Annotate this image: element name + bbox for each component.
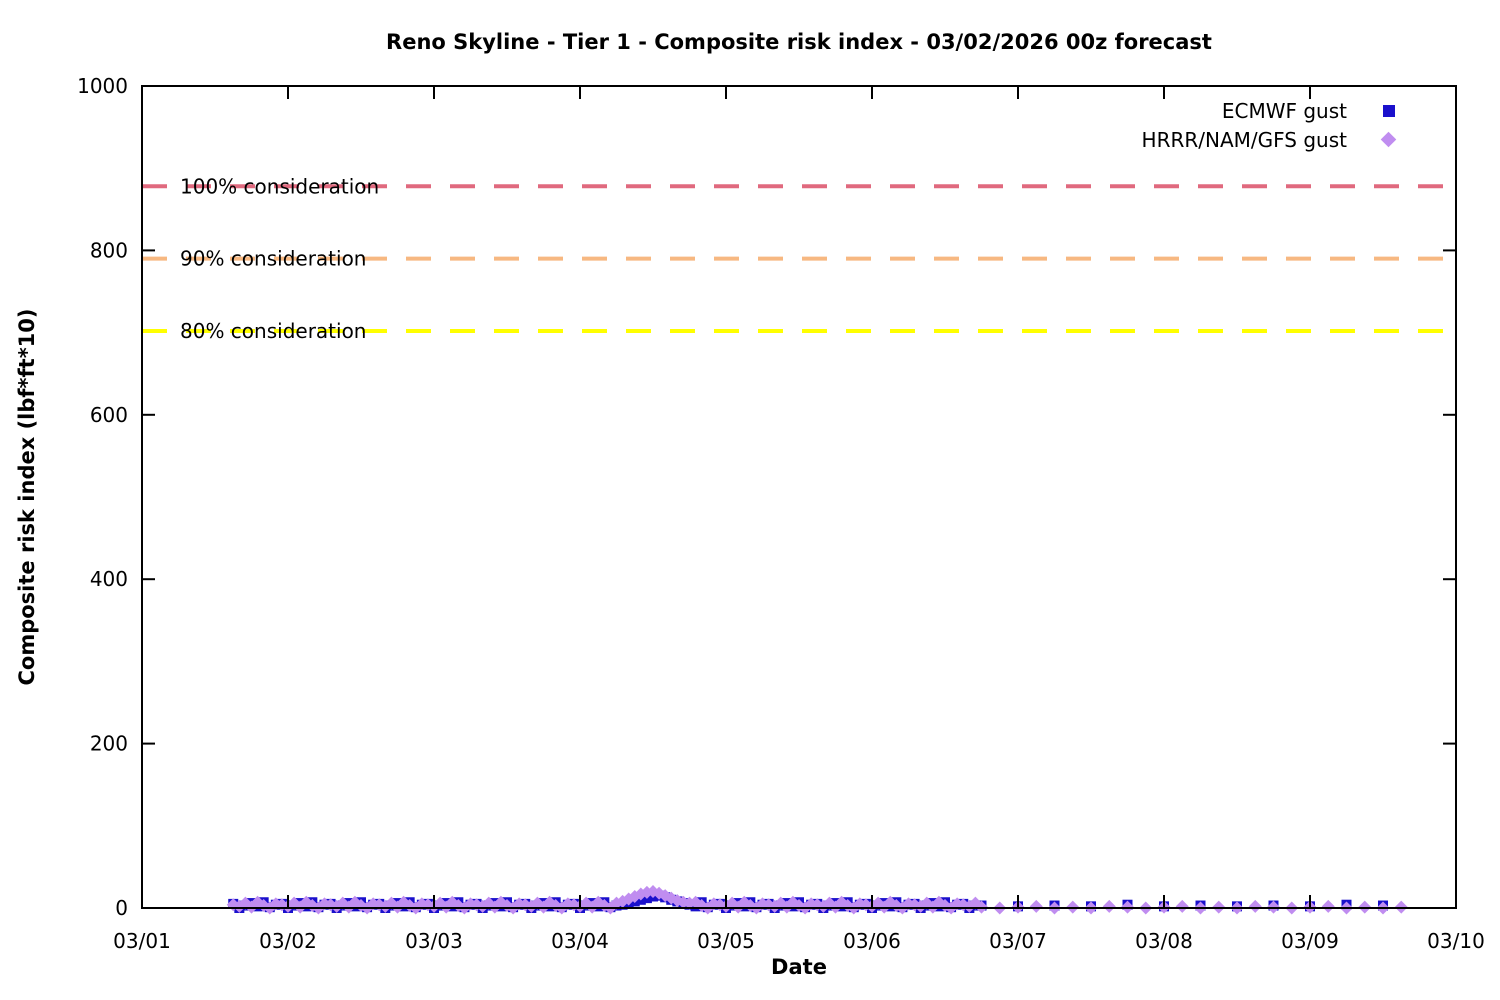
hrrr-nam-gfs-data-point: [1030, 900, 1043, 913]
x-axis-tick-label: 03/04: [551, 929, 609, 953]
legend-label-hrrr-nam-gfs: HRRR/NAM/GFS gust: [1142, 128, 1347, 152]
hrrr-nam-gfs-data-point: [1249, 900, 1262, 913]
legend-entry-hrrr-nam-gfs: HRRR/NAM/GFS gust: [1142, 125, 1396, 154]
y-axis-tick-label: 800: [90, 238, 128, 262]
x-axis-tick-label: 03/06: [843, 929, 901, 953]
hrrr-nam-gfs-data-point: [1176, 900, 1189, 913]
chart-page: Reno Skyline - Tier 1 - Composite risk i…: [0, 0, 1500, 1000]
diamond-marker-icon: [1381, 132, 1396, 147]
x-axis-tick-label: 03/07: [989, 929, 1047, 953]
chart-legend: ECMWF gust HRRR/NAM/GFS gust: [1142, 96, 1396, 154]
threshold-label: 90% consideration: [180, 247, 366, 271]
plot-border: [142, 86, 1456, 908]
y-axis-tick-label: 0: [115, 896, 128, 920]
y-axis-tick-label: 600: [90, 403, 128, 427]
x-axis-tick-label: 03/08: [1135, 929, 1193, 953]
y-axis-tick-label: 1000: [77, 74, 128, 98]
legend-entry-ecmwf: ECMWF gust: [1222, 96, 1396, 125]
y-axis-tick-label: 400: [90, 567, 128, 591]
x-axis-tick-label: 03/02: [259, 929, 317, 953]
y-axis-tick-label: 200: [90, 732, 128, 756]
hrrr-nam-gfs-data-point: [1103, 900, 1116, 913]
threshold-label: 80% consideration: [180, 319, 366, 343]
x-axis-tick-label: 03/05: [697, 929, 755, 953]
x-axis-tick-label: 03/10: [1427, 929, 1485, 953]
square-marker-icon: [1381, 103, 1396, 118]
threshold-label: 100% consideration: [180, 174, 379, 198]
x-axis-tick-label: 03/09: [1281, 929, 1339, 953]
x-axis-tick-label: 03/03: [405, 929, 463, 953]
hrrr-nam-gfs-data-point: [1322, 900, 1335, 913]
legend-label-ecmwf: ECMWF gust: [1222, 99, 1347, 123]
x-axis-tick-label: 03/01: [113, 929, 171, 953]
